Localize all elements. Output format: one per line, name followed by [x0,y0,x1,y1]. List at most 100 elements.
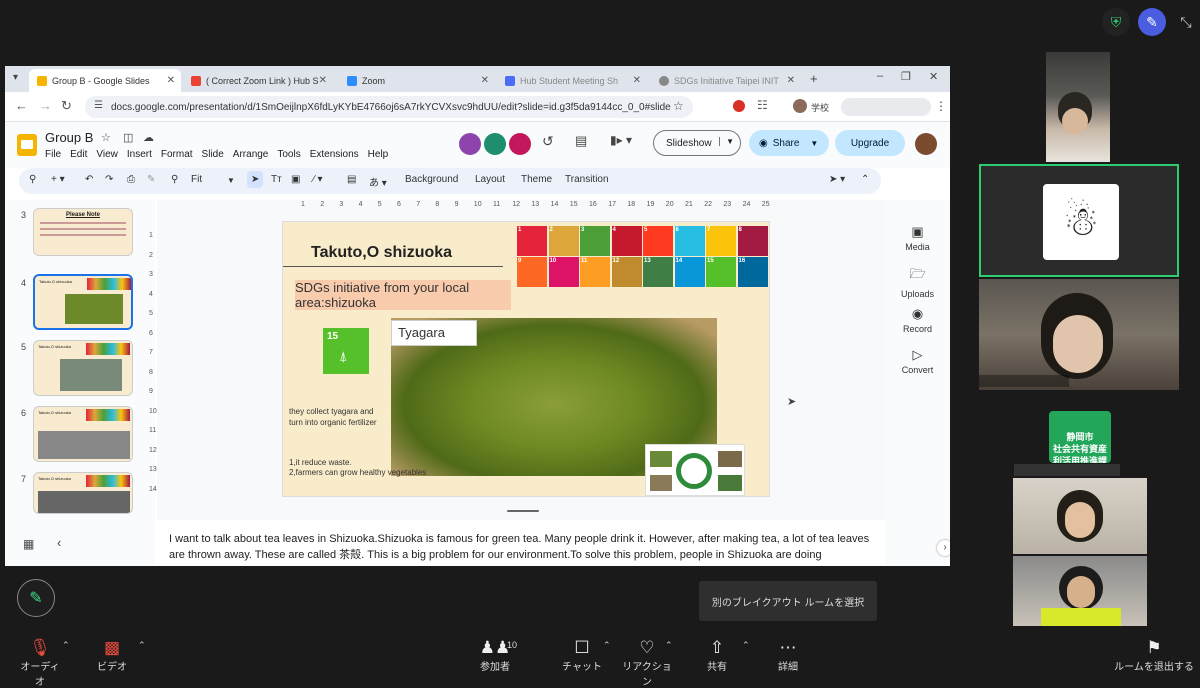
url-input[interactable]: ☰ docs.google.com/presentation/d/1SmOeij… [85,96,693,118]
zoom-dropdown-icon[interactable]: ▼ [227,176,235,185]
new-slide-icon[interactable]: + ▾ [51,174,65,185]
slideshow-dropdown-icon[interactable]: ▼ [719,137,734,146]
redo-icon[interactable]: ↷ [105,174,113,185]
collaborator-avatar-1[interactable] [459,133,481,155]
bookmark-star-icon[interactable]: ☆ [673,99,684,113]
grid-view-icon[interactable]: ▦ [23,537,34,551]
share-dropdown-icon[interactable]: ▼ [810,139,818,148]
slideshow-button[interactable]: Slideshow ▼ [653,130,741,156]
collapse-side-panel-icon[interactable]: › [937,540,950,556]
slide-thumbnail[interactable]: Takuto,O shizuoka [33,340,133,396]
slide-title[interactable]: Takuto,O shizuoka [311,244,452,262]
notes-resize-handle[interactable] [507,510,539,512]
pen-tool-icon[interactable]: ➤ ▾ [829,174,845,185]
tab-hub-meeting[interactable]: Hub Student Meeting Sh ✕ [497,69,647,92]
annotate-icon[interactable]: ✎ [1138,8,1166,36]
menu-edit[interactable]: Edit [70,149,87,160]
collapse-filmstrip-icon[interactable]: ‹ [57,535,61,550]
line-icon[interactable]: ∕ ▾ [313,174,322,185]
annotation-pen-button[interactable]: ✎ [17,579,55,617]
close-tab-icon[interactable]: ✕ [633,75,641,86]
more-button[interactable]: ⋯ 詳細 [770,638,806,673]
input-tools-icon[interactable]: あ ▾ [369,174,387,189]
paint-format-icon[interactable]: ✎ [147,174,155,185]
meet-call-icon[interactable]: ▮▸ ▾ [610,133,632,147]
menu-arrange[interactable]: Arrange [233,149,269,160]
comment-icon[interactable]: ▤ [347,174,356,185]
tab-sdgs[interactable]: SDGs Initiative Taipei INIT ✕ [651,69,801,92]
select-cursor-icon[interactable]: ➤ [247,171,264,188]
photo-caption-box[interactable]: Tyagara [391,320,477,346]
extensions-puzzle-icon[interactable]: ☷ [757,98,768,112]
minimize-icon[interactable]: – [877,70,883,82]
close-tab-icon[interactable]: ✕ [481,75,489,86]
video-button[interactable]: ▩ ビデオ [92,638,132,673]
security-shield-icon[interactable]: ⛨ [1102,8,1130,36]
close-window-icon[interactable]: ✕ [929,70,938,83]
slide-benefits-text[interactable]: 1,it reduce waste. 2,farmers can grow he… [289,458,449,478]
reactions-options-chevron-icon[interactable]: ⌃ [665,640,673,651]
fullscreen-icon[interactable]: ⤡ [1172,8,1200,36]
profile-avatar[interactable] [793,99,807,113]
star-icon[interactable]: ☆ [101,131,111,144]
menu-extensions[interactable]: Extensions [310,149,359,160]
layout-button[interactable]: Layout [475,174,505,185]
menu-tools[interactable]: Tools [277,149,300,160]
transition-button[interactable]: Transition [565,174,609,185]
profile-label[interactable]: 学校 [811,101,829,114]
tab-zoom[interactable]: Zoom ✕ [339,69,495,92]
version-history-icon[interactable]: ↺ [542,133,554,150]
browser-menu-icon[interactable]: ⋮ [935,99,947,113]
menu-format[interactable]: Format [161,149,193,160]
compost-diagram-image[interactable] [645,444,745,496]
tab-gmail[interactable]: ( Correct Zoom Link ) Hub S ✕ [183,69,333,92]
collaborator-avatar-2[interactable] [484,133,506,155]
move-folder-icon[interactable]: ◫ [123,131,133,144]
menu-help[interactable]: Help [368,149,389,160]
search-menus-icon[interactable]: ⚲ [29,174,36,185]
share-screen-button[interactable]: ⇧ 共有 [700,638,734,673]
slide-subtitle[interactable]: SDGs initiative from your local area:shi… [295,280,511,310]
print-icon[interactable]: ⎙ [127,174,135,185]
participant-video-1[interactable] [1046,52,1110,162]
share-button[interactable]: ◉ Share ▼ [749,130,829,156]
comments-icon[interactable]: ▤ [575,133,587,149]
uploads-button[interactable]: 🗁 Uploads [885,265,950,299]
forward-icon[interactable]: → [39,98,52,113]
leave-room-button[interactable]: ⚑ ルームを退出する [1112,638,1196,673]
menu-view[interactable]: View [96,149,118,160]
menu-file[interactable]: File [45,149,61,160]
doc-title[interactable]: Group B [45,130,93,145]
slide-4[interactable]: Takuto,O shizuoka SDGs initiative from y… [282,221,770,497]
zoom-icon[interactable]: ⚲ [171,174,178,185]
text-box-icon[interactable]: Tᴛ [271,174,282,185]
participant-video-4[interactable] [1013,556,1147,626]
extension-red-icon[interactable] [733,100,745,112]
undo-icon[interactable]: ↶ [85,174,93,185]
zoom-select[interactable]: Fit [191,174,202,185]
participant-name-tile[interactable]: 静岡市 社会共有資産 利活用推進課 [1049,411,1111,463]
profile-chip[interactable] [841,98,931,116]
participant-video-2[interactable] [979,279,1179,390]
collaborator-avatar-3[interactable] [509,133,531,155]
tab-search-icon[interactable]: ▾ [13,72,18,83]
slide-thumbnail[interactable]: Takuto,O shizuoka [33,472,133,514]
background-button[interactable]: Background [405,174,458,185]
slide-body-text[interactable]: they collect tyagara and turn into organ… [289,406,389,428]
audio-button[interactable]: 🎙 オーディオ [16,638,64,688]
theme-button[interactable]: Theme [521,174,552,185]
reload-icon[interactable]: ↻ [61,98,72,114]
image-icon[interactable]: ▣ [291,174,300,185]
participant-avatar-active[interactable]: ☃ [979,164,1179,277]
media-button[interactable]: ▣ Media [885,224,950,252]
audio-options-chevron-icon[interactable]: ⌃ [62,640,70,651]
record-button[interactable]: ◉ Record [885,306,950,334]
close-tab-icon[interactable]: ✕ [167,75,175,86]
collapse-toolbar-icon[interactable]: ⌃ [861,174,869,185]
video-options-chevron-icon[interactable]: ⌃ [138,640,146,651]
close-tab-icon[interactable]: ✕ [319,75,327,86]
close-tab-icon[interactable]: ✕ [787,75,795,86]
menu-insert[interactable]: Insert [127,149,152,160]
slide-thumbnail[interactable]: Please Note [33,208,133,256]
convert-button[interactable]: ▷ Convert [885,347,950,375]
